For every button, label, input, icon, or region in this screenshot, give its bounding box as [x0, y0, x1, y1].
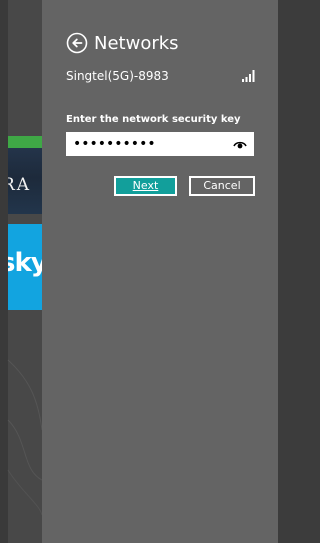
security-key-field[interactable]: •••••••••• — [66, 132, 254, 156]
next-button[interactable]: Next — [114, 176, 177, 196]
eye-reveal-icon[interactable] — [233, 139, 247, 149]
cancel-button[interactable]: Cancel — [189, 176, 255, 196]
back-arrow-circle-icon[interactable] — [66, 32, 88, 54]
panel-title: Networks — [94, 32, 179, 54]
panel-header: Networks — [66, 30, 179, 56]
next-button-label: Next — [132, 179, 159, 192]
sky-tile-logo: sky — [8, 248, 42, 278]
networks-panel: Networks Singtel(5G)-8983 Enter the netw… — [42, 0, 278, 543]
security-key-value: •••••••••• — [73, 136, 156, 152]
start-screen-strip: RA sky — [0, 0, 42, 543]
green-tile[interactable] — [8, 136, 42, 148]
cancel-button-label: Cancel — [203, 179, 241, 192]
wifi-signal-bars-icon — [242, 70, 255, 82]
network-item-singtel[interactable]: Singtel(5G)-8983 — [66, 66, 256, 88]
ra-tile[interactable]: RA — [8, 148, 42, 214]
ra-tile-label: RA — [8, 175, 32, 195]
security-key-label: Enter the network security key — [66, 114, 241, 125]
sky-tile[interactable]: sky — [8, 224, 42, 310]
network-name: Singtel(5G)-8983 — [66, 69, 169, 83]
screen: RA sky Networks Singtel(5G)-8983 Enter t… — [0, 0, 278, 543]
